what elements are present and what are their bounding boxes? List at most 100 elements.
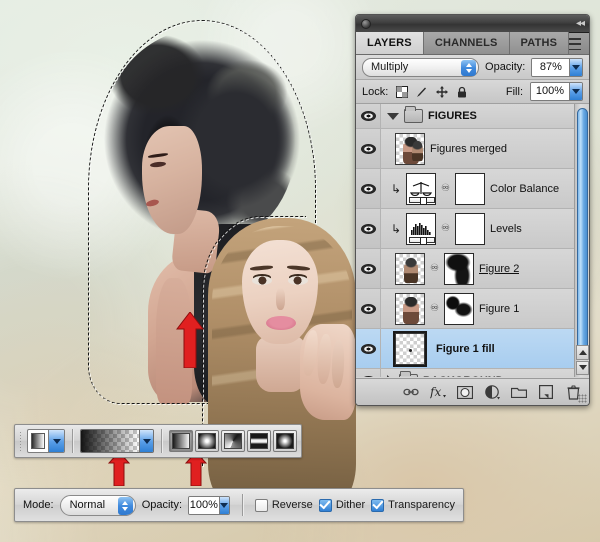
layer-opacity-value[interactable]: 87% [532, 58, 570, 76]
lock-position-icon[interactable] [435, 85, 448, 98]
adjustment-thumbnail[interactable] [406, 212, 436, 245]
layer-mask-thumbnail[interactable] [444, 292, 474, 325]
layer-name[interactable]: FIGURES [428, 110, 477, 122]
layer-row-levels[interactable]: ↳ ♾ Levels [356, 209, 574, 249]
stepper-icon[interactable] [461, 59, 477, 76]
layer-visibility-toggle[interactable] [356, 249, 381, 288]
layer-thumbnail[interactable] [395, 132, 425, 165]
layer-thumbnail[interactable] [395, 332, 425, 365]
new-group-button[interactable] [511, 384, 527, 400]
layer-visibility-toggle[interactable] [356, 329, 381, 368]
tab-layers[interactable]: LAYERS [356, 32, 424, 54]
layer-visibility-toggle[interactable] [356, 169, 381, 208]
link-icon[interactable]: ♾ [441, 183, 450, 194]
layer-visibility-toggle[interactable] [356, 129, 381, 168]
reflected-gradient-button[interactable] [246, 430, 271, 452]
new-adjustment-layer-button[interactable] [484, 384, 500, 400]
link-icon[interactable]: ♾ [441, 223, 450, 234]
layer-blend-mode-select[interactable]: Multiply [362, 57, 480, 77]
blend-mode-select[interactable]: Normal [59, 494, 136, 516]
layer-name[interactable]: Color Balance [490, 183, 559, 195]
chevron-down-icon[interactable] [218, 496, 230, 514]
layer-row-figure-2[interactable]: ♾ Figure 2 [356, 249, 574, 289]
opacity-value[interactable]: 100% [189, 496, 219, 514]
add-layer-mask-button[interactable] [457, 384, 473, 400]
gradient-swatch-preview[interactable] [80, 430, 140, 452]
layer-thumbnail[interactable] [395, 292, 425, 325]
layer-row-figures-group[interactable]: FIGURES [356, 104, 574, 129]
collapse-panel-icon[interactable]: ◂◂ [576, 18, 585, 29]
layer-row-color-balance[interactable]: ↳ ♾ Color Balance [356, 169, 574, 209]
layer-visibility-toggle[interactable] [356, 289, 381, 328]
fill-value[interactable]: 100% [531, 83, 569, 100]
link-icon[interactable]: ♾ [430, 303, 439, 314]
tab-paths[interactable]: PATHS [509, 32, 570, 54]
transparency-checkbox[interactable]: Transparency [371, 498, 455, 512]
angle-gradient-button[interactable] [220, 430, 245, 452]
checkbox-box[interactable] [254, 498, 268, 512]
gradient-swatch-picker[interactable] [79, 429, 155, 453]
scroll-up-button[interactable] [576, 345, 589, 360]
reverse-checkbox[interactable]: Reverse [254, 498, 313, 512]
lock-image-pixels-icon[interactable] [415, 85, 428, 98]
eye-icon[interactable] [360, 343, 376, 354]
layer-name[interactable]: Levels [490, 223, 522, 235]
adjustment-thumbnail[interactable] [406, 172, 436, 205]
chevron-down-icon[interactable] [569, 58, 582, 76]
layers-scrollbar[interactable] [574, 104, 589, 377]
chevron-down-icon[interactable] [139, 430, 154, 452]
link-icon[interactable]: ♾ [430, 263, 439, 274]
stepper-icon[interactable] [117, 496, 133, 515]
scrollbar-thumb[interactable] [577, 108, 588, 356]
window-dot-icon[interactable] [361, 18, 371, 29]
layer-name[interactable]: Figure 1 [479, 303, 519, 315]
new-layer-button[interactable] [538, 384, 554, 400]
checkbox-box[interactable] [318, 498, 332, 512]
layer-name[interactable]: Figure 2 [479, 263, 519, 275]
layer-style-fx-button[interactable]: fx [430, 384, 446, 400]
eye-icon[interactable] [360, 183, 376, 194]
eye-icon[interactable] [360, 223, 376, 234]
layer-name[interactable]: BACKGROUND [423, 375, 504, 377]
eye-icon[interactable] [360, 143, 376, 154]
radial-gradient-button[interactable] [194, 430, 219, 452]
layer-mask-thumbnail[interactable] [444, 252, 474, 285]
layer-name[interactable]: Figures merged [430, 143, 507, 155]
panel-resize-handle[interactable] [578, 394, 587, 403]
lock-transparent-pixels-icon[interactable] [395, 85, 408, 98]
layer-name[interactable]: Figure 1 fill [436, 343, 495, 355]
toolbar-grip[interactable] [19, 431, 24, 451]
layer-opacity-field[interactable]: 87% [531, 57, 583, 77]
dither-checkbox[interactable]: Dither [318, 498, 365, 512]
fill-field[interactable]: 100% [530, 82, 583, 101]
layer-row-figure-1-fill[interactable]: Figure 1 fill [356, 329, 574, 369]
opacity-field[interactable]: 100% [188, 495, 231, 515]
checkbox-box[interactable] [371, 498, 385, 512]
chevron-down-icon[interactable] [387, 112, 399, 120]
layer-row-figure-1[interactable]: ♾ Figure 1 [356, 289, 574, 329]
linear-gradient-button[interactable] [168, 430, 193, 452]
panel-titlebar[interactable]: ◂◂ [356, 15, 589, 33]
tab-channels[interactable]: CHANNELS [423, 32, 510, 54]
panel-menu-icon[interactable] [569, 38, 583, 50]
eye-icon[interactable] [360, 263, 376, 274]
chevron-right-icon[interactable] [387, 375, 394, 377]
eye-icon[interactable] [360, 111, 376, 121]
layer-visibility-toggle[interactable] [356, 369, 381, 377]
layer-row-figures-merged[interactable]: Figures merged [356, 129, 574, 169]
gradient-tool-preset-picker[interactable] [27, 429, 66, 453]
eye-icon[interactable] [360, 303, 376, 314]
diamond-gradient-button[interactable] [272, 430, 297, 452]
layer-row-background-group[interactable]: BACKGROUND [356, 369, 574, 377]
lock-all-icon[interactable] [455, 85, 468, 98]
layer-visibility-toggle[interactable] [356, 209, 381, 248]
layer-visibility-toggle[interactable] [356, 104, 381, 128]
layer-thumbnail[interactable] [395, 252, 425, 285]
layer-mask-thumbnail[interactable] [455, 172, 485, 205]
chevron-down-icon[interactable] [48, 430, 65, 452]
scroll-down-button[interactable] [576, 360, 589, 375]
link-layers-button[interactable] [403, 384, 419, 400]
chevron-down-icon[interactable] [569, 83, 582, 100]
layer-mask-thumbnail[interactable] [455, 212, 485, 245]
eye-icon[interactable] [360, 376, 376, 377]
